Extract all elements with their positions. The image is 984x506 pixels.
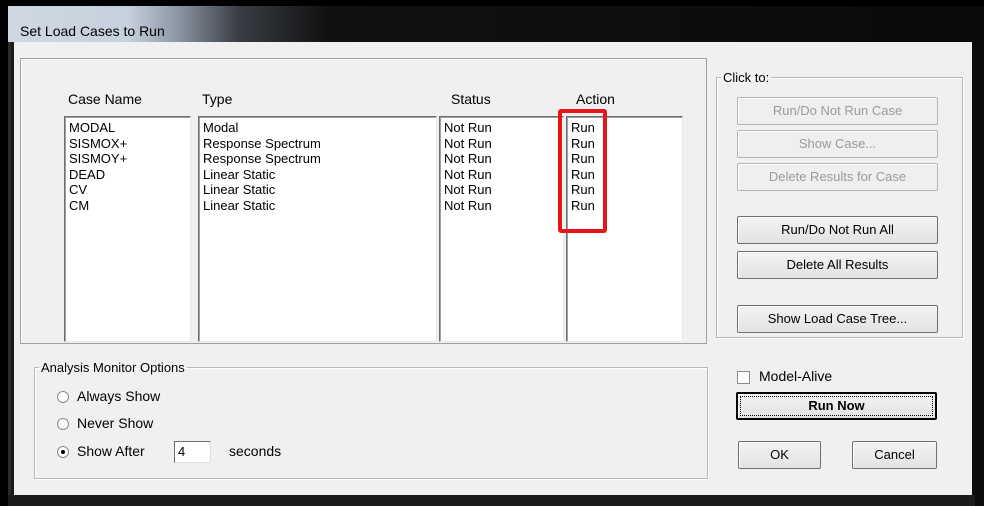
list-item[interactable]: Not Run bbox=[444, 167, 563, 183]
column-header-type: Type bbox=[202, 91, 233, 107]
never-show-radio[interactable] bbox=[57, 418, 69, 430]
list-item[interactable]: Not Run bbox=[444, 182, 563, 198]
status-list[interactable]: Not Run Not Run Not Run Not Run Not Run … bbox=[439, 116, 564, 342]
model-alive-label[interactable]: Model-Alive bbox=[759, 368, 832, 384]
show-case-button[interactable]: Show Case... bbox=[737, 130, 938, 158]
list-item[interactable]: Modal bbox=[203, 120, 436, 136]
dialog-window: Set Load Cases to Run Case Name Type Sta… bbox=[0, 0, 984, 506]
list-item[interactable]: Not Run bbox=[444, 151, 563, 167]
run-do-not-run-case-button[interactable]: Run/Do Not Run Case bbox=[737, 97, 938, 125]
column-header-case-name: Case Name bbox=[68, 91, 142, 107]
window-title: Set Load Cases to Run bbox=[20, 23, 165, 39]
run-now-label: Run Now bbox=[740, 396, 933, 416]
list-item[interactable]: Not Run bbox=[444, 120, 563, 136]
list-item[interactable]: Response Spectrum bbox=[203, 151, 436, 167]
list-item[interactable]: Linear Static bbox=[203, 182, 436, 198]
analysis-monitor-legend: Analysis Monitor Options bbox=[41, 360, 185, 375]
never-show-label[interactable]: Never Show bbox=[77, 415, 153, 431]
title-bar[interactable]: Set Load Cases to Run bbox=[8, 6, 984, 42]
always-show-radio[interactable] bbox=[57, 391, 69, 403]
delete-all-results-button[interactable]: Delete All Results bbox=[737, 251, 938, 279]
list-item[interactable]: Response Spectrum bbox=[203, 136, 436, 152]
always-show-label[interactable]: Always Show bbox=[77, 388, 160, 404]
list-item[interactable]: Linear Static bbox=[203, 167, 436, 183]
list-item[interactable]: CV bbox=[69, 182, 190, 198]
click-to-legend: Click to: bbox=[723, 70, 770, 85]
show-load-case-tree-button[interactable]: Show Load Case Tree... bbox=[737, 305, 938, 333]
list-item[interactable]: Not Run bbox=[444, 136, 563, 152]
cancel-button[interactable]: Cancel bbox=[852, 441, 937, 469]
action-highlight-box bbox=[558, 109, 607, 233]
show-after-label[interactable]: Show After bbox=[77, 443, 145, 459]
column-header-status: Status bbox=[451, 91, 491, 107]
show-after-seconds-input[interactable]: 4 bbox=[174, 441, 211, 463]
ok-button[interactable]: OK bbox=[738, 441, 821, 469]
run-do-not-run-all-button[interactable]: Run/Do Not Run All bbox=[737, 216, 938, 244]
window-frame-right bbox=[972, 42, 984, 506]
list-item[interactable]: DEAD bbox=[69, 167, 190, 183]
run-now-button[interactable]: Run Now bbox=[736, 392, 937, 420]
list-item[interactable]: CM bbox=[69, 198, 190, 214]
list-item[interactable]: Not Run bbox=[444, 198, 563, 214]
model-alive-checkbox[interactable] bbox=[737, 371, 750, 384]
type-list[interactable]: Modal Response Spectrum Response Spectru… bbox=[198, 116, 437, 342]
window-frame-bottom bbox=[8, 495, 975, 506]
seconds-label: seconds bbox=[229, 443, 282, 459]
list-item[interactable]: SISMOY+ bbox=[69, 151, 190, 167]
list-item[interactable]: SISMOX+ bbox=[69, 136, 190, 152]
case-name-list[interactable]: MODAL SISMOX+ SISMOY+ DEAD CV CM bbox=[64, 116, 191, 342]
list-item[interactable]: Linear Static bbox=[203, 198, 436, 214]
column-header-action: Action bbox=[576, 91, 615, 107]
show-after-radio[interactable] bbox=[57, 446, 69, 458]
list-item[interactable]: MODAL bbox=[69, 120, 190, 136]
delete-results-for-case-button[interactable]: Delete Results for Case bbox=[737, 163, 938, 191]
